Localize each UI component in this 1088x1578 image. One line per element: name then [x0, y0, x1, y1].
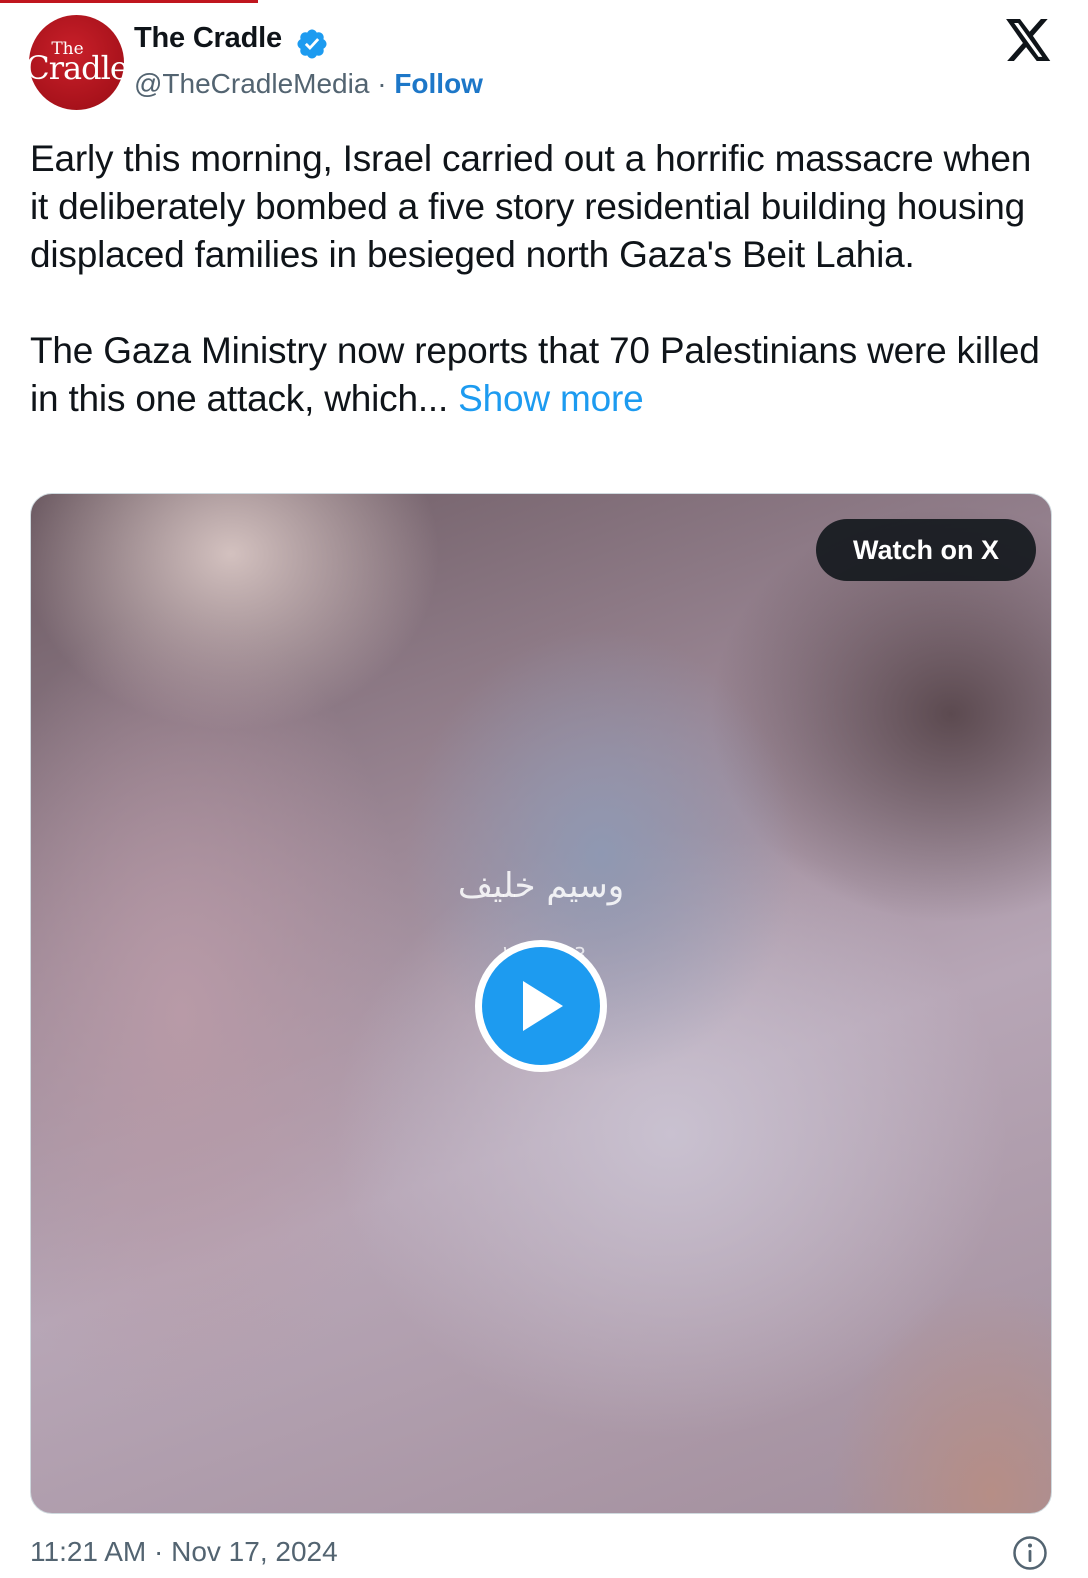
play-button[interactable] — [475, 940, 607, 1072]
top-accent-line — [0, 0, 258, 3]
play-button-inner — [482, 947, 600, 1065]
avatar[interactable]: The Cradle — [25, 15, 129, 110]
show-more-link[interactable]: Show more — [458, 378, 644, 419]
avatar-text-big: Cradle — [25, 49, 129, 87]
author-handle[interactable]: @TheCradleMedia — [134, 68, 369, 99]
tweet-timestamp[interactable]: 11:21 AM · Nov 17, 2024 — [30, 1536, 338, 1568]
play-icon — [523, 981, 563, 1031]
follow-button[interactable]: Follow — [394, 68, 483, 99]
video-player[interactable]: وسيم خليف WS 003 Watch on X — [30, 493, 1052, 1514]
separator-dot: · — [377, 68, 387, 99]
tweet-paragraph-2: The Gaza Ministry now reports that 70 Pa… — [30, 327, 1040, 423]
tweet-text: Early this morning, Israel carried out a… — [30, 135, 1040, 471]
verified-badge-icon — [297, 29, 327, 59]
info-icon[interactable] — [1012, 1535, 1048, 1571]
author-name[interactable]: The Cradle — [134, 22, 282, 55]
tweet-paragraph-1: Early this morning, Israel carried out a… — [30, 138, 1032, 275]
x-logo-icon[interactable] — [1006, 19, 1052, 61]
watch-on-x-button[interactable]: Watch on X — [816, 519, 1036, 581]
handle-row: @TheCradleMedia · Follow — [134, 68, 483, 100]
video-watermark-arabic: وسيم خليف — [457, 866, 625, 906]
